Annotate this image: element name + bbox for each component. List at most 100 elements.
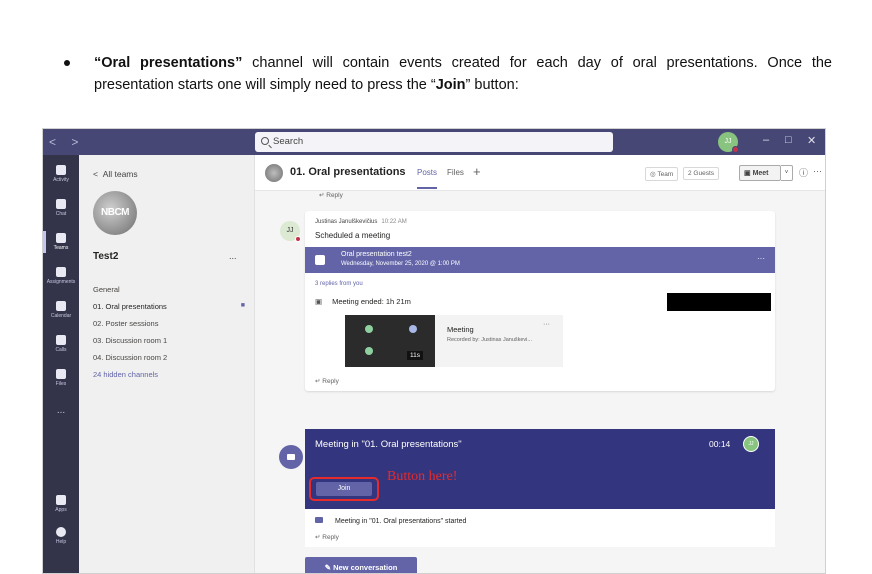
- rail-label: Assignments: [46, 279, 76, 285]
- rail-apps[interactable]: Apps: [43, 495, 79, 513]
- channel-general[interactable]: General: [93, 285, 249, 294]
- redaction-box: [667, 293, 771, 311]
- rail-help[interactable]: Help: [43, 527, 79, 545]
- recording-author: Recorded by: Justinas Januškevi...: [447, 337, 532, 343]
- guests-chip[interactable]: 2 Guests: [683, 167, 720, 180]
- rail-label: Teams: [53, 245, 69, 251]
- search-placeholder: Search: [273, 136, 304, 147]
- meeting-ended: ▣ Meeting ended: 1h 21m: [315, 297, 411, 306]
- rail-teams[interactable]: Teams: [43, 231, 79, 253]
- bullet-dot: [64, 60, 70, 66]
- participant-icon: [365, 325, 373, 333]
- busy-status-icon: [732, 146, 739, 153]
- meeting-active-icon: ■: [240, 302, 245, 309]
- event-date: Wednesday, November 25, 2020 @ 1:00 PM: [341, 261, 460, 267]
- maximize-button[interactable]: □: [785, 134, 792, 146]
- nav-arrows: < >: [49, 135, 90, 149]
- tab-files[interactable]: Files: [447, 168, 464, 177]
- participant-avatar: JJ: [743, 436, 759, 452]
- channel-title: 01. Oral presentations: [290, 166, 406, 178]
- join-button[interactable]: Join: [316, 482, 372, 496]
- recording-card[interactable]: 11s Meeting Recorded by: Justinas Janušk…: [345, 315, 563, 367]
- recording-title: Meeting: [447, 325, 474, 334]
- more-options-icon[interactable]: ···: [813, 166, 822, 176]
- author-name: Justinas Janulškevičius: [315, 219, 378, 225]
- chat-icon: [56, 199, 66, 209]
- channel-panel: < All teams NBCM Test2 ... General 01. O…: [79, 155, 255, 573]
- new-conversation-button[interactable]: ✎ New conversation: [305, 557, 417, 573]
- event-more-icon[interactable]: ···: [757, 254, 765, 263]
- bell-icon: [56, 165, 66, 175]
- apps-icon: [56, 495, 66, 505]
- teams-window: < > Search JJ – □ ✕ Activity Chat Teams …: [42, 128, 826, 574]
- rail-label: Calendar: [50, 313, 72, 319]
- team-name: Test2: [93, 251, 119, 262]
- rail-more[interactable]: ...: [43, 405, 79, 416]
- author-avatar: JJ: [280, 221, 301, 242]
- recording-more-icon[interactable]: ···: [543, 321, 550, 328]
- author-initials: JJ: [286, 227, 294, 234]
- document-bullet: “Oral presentations” channel will contai…: [64, 52, 832, 96]
- event-title: Oral presentation test2: [341, 251, 412, 258]
- rail-label: Activity: [53, 177, 69, 183]
- team-chip[interactable]: ◎ Team: [645, 167, 679, 181]
- more-icon: ...: [56, 405, 66, 416]
- forward-arrow-icon[interactable]: >: [71, 135, 78, 149]
- files-icon: [56, 369, 66, 379]
- app-rail: Activity Chat Teams Assignments Calendar…: [43, 155, 79, 573]
- channel-oral-presentations[interactable]: 01. Oral presentations ■: [93, 302, 249, 311]
- busy-status-icon: [295, 236, 301, 242]
- video-camera-icon: ▣: [744, 170, 753, 177]
- bullet-bold-join: Join: [435, 77, 466, 93]
- all-teams-link[interactable]: < All teams: [93, 169, 138, 179]
- meeting-started-text: Meeting in "01. Oral presentations" star…: [335, 518, 467, 525]
- help-icon: [56, 527, 66, 537]
- meet-dropdown-icon[interactable]: ˅: [781, 165, 793, 181]
- rail-calls[interactable]: Calls: [43, 335, 79, 353]
- channel-main: 01. Oral presentations Posts Files + ◎ T…: [255, 155, 825, 573]
- channel-poster-sessions[interactable]: 02. Poster sessions: [93, 319, 249, 328]
- team-more-icon[interactable]: ...: [229, 251, 237, 261]
- rail-activity[interactable]: Activity: [43, 165, 79, 183]
- user-avatar[interactable]: JJ: [718, 132, 739, 153]
- reply-link[interactable]: ↵ Reply: [315, 377, 339, 385]
- participant-icon: [409, 325, 417, 333]
- meeting-video-icon: [279, 445, 303, 469]
- phone-icon: [56, 335, 66, 345]
- event-card[interactable]: Oral presentation test2 Wednesday, Novem…: [305, 247, 775, 273]
- bullet-paragraph: “Oral presentations” channel will contai…: [94, 52, 832, 96]
- post-author: Justinas Janulškevičius 10:22 AM: [315, 219, 407, 225]
- replies-from-link[interactable]: 3 replies from you: [315, 281, 363, 287]
- rail-label: Apps: [55, 507, 67, 513]
- rail-chat[interactable]: Chat: [43, 199, 79, 217]
- channel-discussion-room-2[interactable]: 04. Discussion room 2: [93, 353, 249, 362]
- close-button[interactable]: ✕: [807, 134, 816, 147]
- reply-link[interactable]: ↵ Reply: [315, 533, 339, 541]
- rail-files[interactable]: Files: [43, 369, 79, 387]
- search-input[interactable]: Search: [255, 132, 613, 152]
- rail-assignments[interactable]: Assignments: [43, 267, 79, 285]
- calendar-icon: [56, 301, 66, 311]
- recording-thumbnail: 11s: [345, 315, 435, 367]
- scheduled-meeting-post: Justinas Janulškevičius 10:22 AM Schedule…: [305, 211, 775, 391]
- add-tab-icon[interactable]: +: [473, 164, 481, 179]
- all-teams-label: All teams: [102, 169, 138, 179]
- chevron-left-icon: <: [93, 169, 103, 179]
- back-arrow-icon[interactable]: <: [49, 135, 56, 149]
- meet-button[interactable]: ▣ Meet: [739, 165, 781, 181]
- info-icon[interactable]: ⓘ: [799, 166, 808, 179]
- minimize-button[interactable]: –: [763, 134, 769, 146]
- post-subtitle: Scheduled a meeting: [315, 231, 391, 240]
- hidden-channels-link[interactable]: 24 hidden channels: [93, 370, 249, 379]
- meeting-ended-text: Meeting ended: 1h 21m: [332, 297, 411, 306]
- reply-link-top[interactable]: ↵ Reply: [319, 191, 343, 199]
- meeting-timer: 00:14: [709, 439, 731, 449]
- meeting-started-footer: Meeting in "01. Oral presentations" star…: [305, 509, 775, 547]
- calendar-icon: [315, 255, 325, 265]
- rail-calendar[interactable]: Calendar: [43, 301, 79, 319]
- channel-discussion-room-1[interactable]: 03. Discussion room 1: [93, 336, 249, 345]
- tab-posts[interactable]: Posts: [417, 168, 438, 189]
- channel-label: 01. Oral presentations: [93, 302, 167, 311]
- meeting-started: Meeting in "01. Oral presentations" star…: [315, 517, 466, 525]
- video-camera-icon: [315, 517, 323, 523]
